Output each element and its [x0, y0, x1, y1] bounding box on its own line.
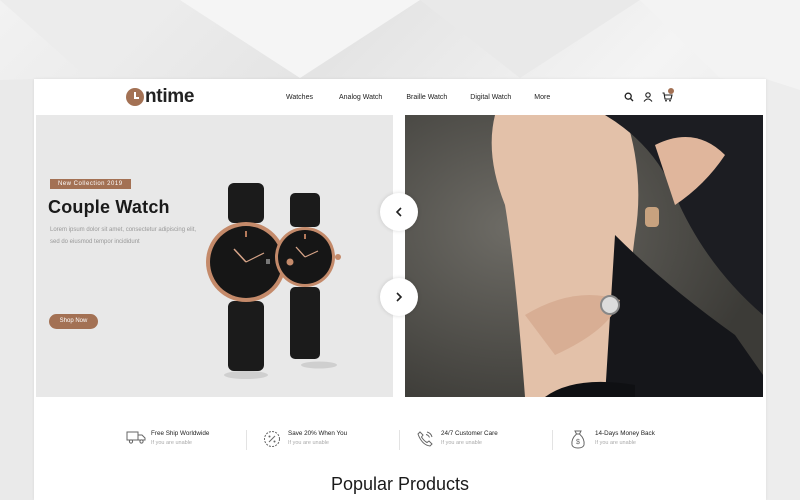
- logo[interactable]: ntime: [126, 86, 195, 107]
- shop-now-button[interactable]: Shop Now: [49, 314, 98, 329]
- nav-item-watches[interactable]: Watches: [286, 94, 313, 101]
- feature-title: Free Ship Worldwide: [151, 430, 210, 437]
- cart-badge: [668, 88, 674, 94]
- chevron-right-icon: [396, 292, 403, 302]
- slider-next-button[interactable]: [380, 278, 418, 316]
- feature-title: 24/7 Customer Care: [441, 430, 498, 437]
- couple-photo: [405, 115, 763, 397]
- nav-item-analog-watch[interactable]: Analog Watch: [339, 94, 382, 101]
- divider: [552, 430, 553, 450]
- page-frame: ntime Watches Analog Watch Braille Watch…: [34, 79, 766, 500]
- feature-subtitle: If you are unable: [288, 440, 329, 446]
- truck-icon: [126, 431, 146, 444]
- feature-title: Save 20% When You: [288, 430, 348, 437]
- feature-subtitle: If you are unable: [595, 440, 636, 446]
- features-bar: Free Ship Worldwide If you are unable Sa…: [34, 427, 766, 457]
- header-icons: [624, 88, 674, 102]
- slider-prev-button[interactable]: [380, 193, 418, 231]
- cart-button[interactable]: [662, 88, 674, 102]
- svg-text:$: $: [576, 439, 580, 446]
- feature-title: 14-Days Money Back: [595, 430, 655, 437]
- search-icon[interactable]: [624, 92, 634, 102]
- hero-banner: New Collection 2019 Couple Watch Lorem i…: [36, 115, 393, 397]
- main-nav: Watches Analog Watch Braille Watch Digit…: [286, 94, 550, 101]
- phone-icon: [417, 431, 433, 447]
- watch-pair-image: [206, 183, 341, 379]
- site-header: ntime Watches Analog Watch Braille Watch…: [34, 79, 766, 115]
- hero-description: Lorem ipsum dolor sit amet, consectetur …: [50, 227, 197, 245]
- collection-tag: New Collection 2019: [50, 179, 131, 189]
- hero-title: Couple Watch: [48, 197, 170, 217]
- nav-item-digital-watch[interactable]: Digital Watch: [470, 94, 511, 101]
- nav-item-braille-watch[interactable]: Braille Watch: [406, 94, 447, 101]
- divider: [399, 430, 400, 450]
- logo-text: ntime: [145, 86, 195, 107]
- nav-item-more[interactable]: More: [534, 94, 550, 101]
- user-icon[interactable]: [643, 92, 653, 102]
- chevron-left-icon: [395, 207, 402, 217]
- section-title: Popular Products: [330, 474, 470, 494]
- feature-subtitle: If you are unable: [151, 440, 192, 446]
- logo-clock-icon: [126, 88, 144, 106]
- couple-photo-image: [405, 115, 763, 397]
- divider: [246, 430, 247, 450]
- money-bag-icon: $: [571, 430, 585, 449]
- feature-subtitle: If you are unable: [441, 440, 482, 446]
- discount-icon: [264, 431, 280, 447]
